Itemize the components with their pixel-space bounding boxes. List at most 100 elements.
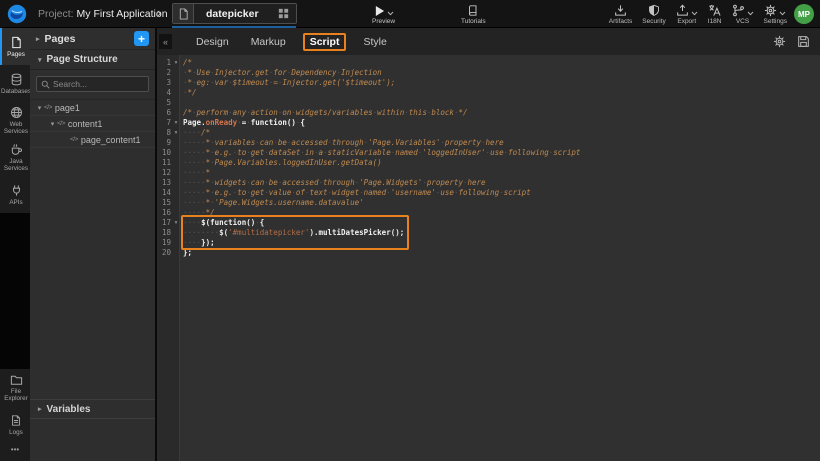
code-text: /*·perform·any·action·on·widgets/variabl… [181, 108, 467, 118]
code-line[interactable]: 4·*/ [157, 88, 820, 98]
variables-section-header[interactable]: ▸ Variables [30, 399, 155, 419]
code-text: ·····*·widgets·can·be·accessed·through·'… [181, 178, 486, 188]
sidebar-item-apis[interactable]: APIs [0, 176, 30, 213]
more-options-icon[interactable]: ••• [0, 443, 30, 461]
code-line[interactable]: 14·····*·e.g.·to·get·value·of·text·widge… [157, 188, 820, 198]
collapse-panel-button[interactable]: « [159, 34, 172, 49]
fold-caret-icon[interactable]: ▾ [171, 118, 181, 128]
play-icon [374, 5, 385, 17]
code-line[interactable]: 19····}); [157, 238, 820, 248]
editor-tab-actions [773, 35, 810, 48]
plug-icon [10, 184, 23, 197]
sidebar-item-label: File Explorer [2, 388, 30, 402]
tree-item-content1[interactable]: ▾ </> content1 [30, 116, 155, 132]
code-line[interactable]: 8▾····/* [157, 128, 820, 138]
sidebar-item-databases[interactable]: Databases [0, 65, 30, 102]
caret-down-icon[interactable]: ▾ [38, 56, 42, 64]
search-box[interactable] [36, 76, 149, 92]
sidebar-item-logs[interactable]: Logs [0, 406, 30, 443]
tab-script[interactable]: Script [303, 33, 347, 51]
caret-right-icon[interactable]: ▸ [36, 35, 40, 43]
security-button[interactable]: Security [642, 3, 665, 25]
panel-bottom-area [30, 419, 155, 461]
vcs-label: VCS [736, 18, 749, 25]
line-number: 15 [157, 198, 171, 208]
tree-item-label: page_content1 [81, 135, 141, 145]
search-input[interactable] [53, 79, 144, 89]
fold-gutter [171, 208, 181, 218]
tutorials-button[interactable]: Tutorials [461, 3, 486, 25]
export-button[interactable]: Export [676, 3, 698, 25]
tree-item-label: page1 [55, 103, 80, 113]
sidebar-item-java-services[interactable]: Java Services [0, 139, 30, 176]
code-text: ·····*·Page.Variables.loggedInUser.getDa… [181, 158, 382, 168]
pages-panel-header[interactable]: ▸ Pages + [30, 28, 155, 50]
code-line[interactable]: 18········$('#multidatepicker').multiDat… [157, 228, 820, 238]
code-line[interactable]: 11 ·····*·Page.Variables.loggedInUser.get… [157, 158, 820, 168]
fold-caret-icon[interactable]: ▾ [171, 128, 181, 138]
editor-settings-gear-icon[interactable] [773, 35, 786, 48]
code-line[interactable]: 3·*·eg:·var·$timeout·=·Injector.get('$ti… [157, 78, 820, 88]
code-line[interactable]: 6/*·perform·any·action·on·widgets/variab… [157, 108, 820, 118]
fold-gutter [171, 178, 181, 188]
caret-down-icon[interactable]: ▾ [35, 104, 44, 112]
code-line[interactable]: 13 ·····*·widgets·can·be·accessed·through… [157, 178, 820, 188]
page-file-icon [173, 4, 194, 23]
code-text: ········$('#multidatepicker').multiDates… [181, 228, 404, 238]
tab-design[interactable]: Design [196, 36, 229, 48]
tree-item-page1[interactable]: ▾ </> page1 [30, 100, 155, 116]
code-line[interactable]: 16·····*/ [157, 208, 820, 218]
code-line[interactable]: 12·····* [157, 168, 820, 178]
settings-button[interactable]: Settings [764, 3, 788, 25]
vcs-button[interactable]: VCS [732, 3, 754, 25]
user-avatar[interactable]: MP [794, 4, 814, 24]
page-tab-datepicker[interactable]: datepicker [172, 3, 297, 24]
sidebar-item-label: Databases [1, 88, 31, 95]
chevron-down-icon [779, 11, 786, 16]
grid-icon[interactable] [271, 8, 296, 19]
line-number: 9 [157, 138, 171, 148]
code-line[interactable]: 10·····*·e.g.·to·get·dataSet·in·a·static… [157, 148, 820, 158]
wavemaker-logo-icon[interactable] [7, 4, 27, 24]
page-structure-header[interactable]: ▾ Page Structure [30, 50, 155, 70]
code-line[interactable]: 15·····*·'Page.Widgets.username.datavalu… [157, 198, 820, 208]
fold-caret-icon[interactable]: ▾ [171, 58, 181, 68]
code-text: ·*/ [181, 88, 197, 98]
gear-icon [764, 4, 777, 17]
fold-gutter [171, 238, 181, 248]
folder-icon [10, 374, 23, 386]
code-text: ·····*·e.g.·to·get·dataSet·in·a·staticVa… [181, 148, 580, 158]
export-label: Export [677, 18, 696, 25]
artifacts-button[interactable]: Artifacts [609, 3, 632, 25]
add-page-button[interactable]: + [134, 31, 149, 46]
code-line[interactable]: 2·*·Use·Injector.get·for·Dependency·Inje… [157, 68, 820, 78]
code-line[interactable]: 9·····*·variables·can·be·accessed·throug… [157, 138, 820, 148]
code-line[interactable]: 7▾Page.onReady·=·function()·{ [157, 118, 820, 128]
i18n-label: I18N [708, 18, 722, 25]
code-line[interactable]: 17▾····$(function()·{ [157, 218, 820, 228]
tab-markup[interactable]: Markup [251, 36, 286, 48]
preview-button[interactable]: Preview [372, 3, 395, 25]
sidebar-item-web-services[interactable]: Web Services [0, 102, 30, 139]
script-code-editor[interactable]: 1▾/*2·*·Use·Injector.get·for·Dependency·… [157, 55, 820, 461]
caret-down-icon[interactable]: ▾ [48, 120, 57, 128]
code-line[interactable]: 5 [157, 98, 820, 108]
line-number: 11 [157, 158, 171, 168]
tab-style[interactable]: Style [363, 36, 386, 48]
sidebar-item-label: APIs [9, 199, 22, 206]
save-icon[interactable] [797, 35, 810, 48]
fold-gutter [171, 88, 181, 98]
caret-right-icon[interactable]: ▸ [38, 405, 42, 413]
i18n-button[interactable]: I18N [708, 3, 722, 25]
project-breadcrumb[interactable]: Project: My First Application [38, 8, 168, 20]
sidebar-item-file-explorer[interactable]: File Explorer [0, 369, 30, 406]
sidebar-top-group: Pages Databases Web Services Java Se [0, 28, 30, 213]
code-line[interactable]: 1▾/* [157, 58, 820, 68]
line-number: 13 [157, 178, 171, 188]
tree-item-page-content1[interactable]: </> page_content1 [30, 132, 155, 148]
code-line[interactable]: 20}; [157, 248, 820, 258]
fold-caret-icon[interactable]: ▾ [171, 218, 181, 228]
sidebar-item-pages[interactable]: Pages [0, 28, 30, 65]
code-text: ····$(function()·{ [181, 218, 264, 228]
editor-area: « Design Markup Script Style 1▾/*2·*·Use… [157, 28, 820, 461]
